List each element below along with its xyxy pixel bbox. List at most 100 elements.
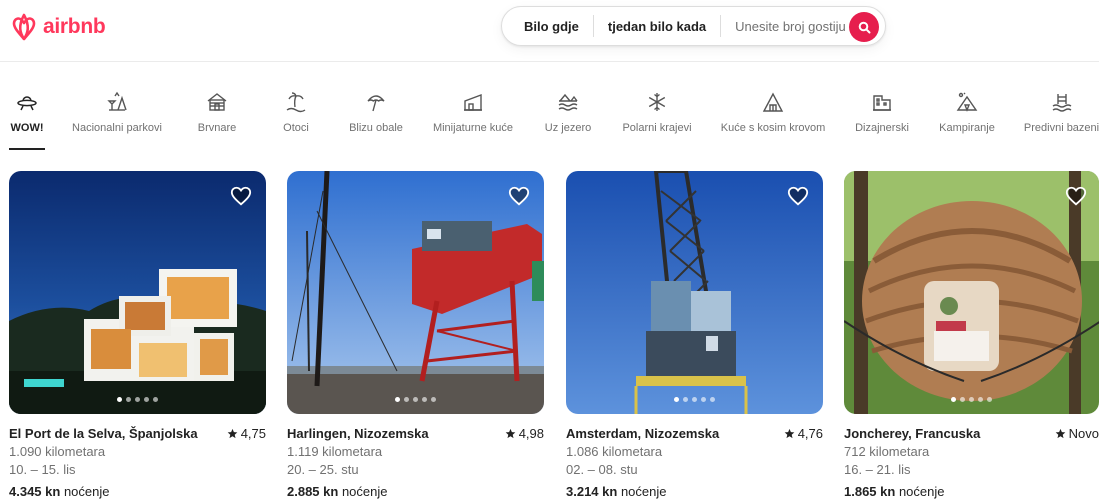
rating-value: 4,75 — [240, 426, 266, 441]
listing-price: 4.345 kn noćenje — [9, 484, 266, 499]
listing-photo[interactable] — [9, 171, 266, 414]
pagination-dot[interactable] — [135, 397, 140, 402]
pagination-dot[interactable] — [422, 397, 427, 402]
listing-price: 2.885 kn noćenje — [287, 484, 544, 499]
wishlist-heart-icon[interactable] — [787, 185, 809, 212]
wishlist-heart-icon[interactable] — [508, 185, 530, 212]
pagination-dot[interactable] — [710, 397, 715, 402]
listing-photo-treehouse-pod — [844, 171, 1099, 414]
star-icon — [227, 428, 237, 439]
search-divider — [720, 15, 722, 37]
listing-info: Joncherey, Francuska Novo 712 kilometara… — [844, 426, 1099, 499]
listing-rating: 4,76 — [784, 426, 823, 441]
pagination-dot[interactable] — [117, 397, 122, 402]
listing-distance: 712 kilometara — [844, 444, 930, 459]
pagination-dot[interactable] — [144, 397, 149, 402]
listing-distance: 1.119 kilometara — [287, 444, 383, 459]
photo-pagination-dots — [287, 397, 544, 402]
search-button[interactable] — [849, 12, 879, 42]
listing-info: El Port de la Selva, Španjolska 4,75 1.0… — [9, 426, 266, 499]
listing-card[interactable]: Joncherey, Francuska Novo 712 kilometara… — [844, 171, 1099, 499]
pagination-dot[interactable] — [987, 397, 992, 402]
category-tiny-houses[interactable]: Minijaturne kuće — [431, 90, 515, 150]
pagination-dot[interactable] — [674, 397, 679, 402]
listing-info: Harlingen, Nizozemska 4,98 1.119 kilomet… — [287, 426, 544, 499]
category-wow[interactable]: WOW! — [9, 90, 45, 150]
pagination-dot[interactable] — [395, 397, 400, 402]
pagination-dot[interactable] — [701, 397, 706, 402]
photo-pagination-dots — [9, 397, 266, 402]
listing-card[interactable]: El Port de la Selva, Španjolska 4,75 1.0… — [9, 171, 266, 499]
top-header: airbnb Bilo gdje tjedan bilo kada Unesit… — [0, 0, 1099, 62]
category-lakeside[interactable]: Uz jezero — [543, 90, 593, 150]
star-icon — [505, 428, 515, 439]
listing-title: Amsterdam, Nizozemska — [566, 426, 720, 441]
search-divider — [592, 15, 594, 37]
lake-icon — [556, 90, 580, 114]
category-arctic[interactable]: Polarni krajevi — [620, 90, 694, 150]
rating-value: 4,76 — [797, 426, 823, 441]
pagination-dot[interactable] — [969, 397, 974, 402]
star-icon — [1055, 428, 1065, 439]
search-guests[interactable]: Unesite broj gostiju — [735, 19, 846, 34]
airbnb-logo[interactable]: airbnb — [10, 12, 106, 42]
category-a-frames[interactable]: Kuće s kosim krovom — [719, 90, 827, 150]
category-camping[interactable]: Kampiranje — [937, 90, 997, 150]
listing-price: 3.214 kn noćenje — [566, 484, 823, 499]
search-bar[interactable]: Bilo gdje tjedan bilo kada Unesite broj … — [501, 6, 886, 46]
listing-photo[interactable] — [844, 171, 1099, 414]
category-islands[interactable]: Otoci — [280, 90, 312, 150]
listing-photo-harbour-crane — [287, 171, 544, 414]
price-suffix: noćenje — [341, 484, 388, 499]
category-label: Minijaturne kuće — [432, 122, 514, 134]
pagination-dot[interactable] — [431, 397, 436, 402]
pagination-dot[interactable] — [683, 397, 688, 402]
airbnb-logo-icon — [12, 13, 36, 41]
category-near-coast[interactable]: Blizu obale — [348, 90, 404, 150]
category-label: Dizajnerski — [855, 122, 909, 134]
wishlist-heart-icon[interactable] — [230, 185, 252, 212]
listing-dates: 20. – 25. stu — [287, 462, 359, 477]
listing-photo[interactable] — [287, 171, 544, 414]
category-label: Uz jezero — [544, 122, 592, 134]
pagination-dot[interactable] — [404, 397, 409, 402]
listing-rating: 4,98 — [505, 426, 544, 441]
category-label: Polarni krajevi — [622, 122, 692, 134]
price-amount: 2.885 kn — [287, 484, 339, 499]
star-icon — [784, 428, 794, 439]
listing-distance: 1.086 kilometara — [566, 444, 663, 459]
listing-photo-modern-house — [9, 171, 266, 414]
pagination-dot[interactable] — [960, 397, 965, 402]
listing-dates: 10. – 15. lis — [9, 462, 76, 477]
listing-photo[interactable] — [566, 171, 823, 414]
search-dates[interactable]: tjedan bilo kada — [608, 19, 706, 34]
pagination-dot[interactable] — [951, 397, 956, 402]
category-cabins[interactable]: Brvnare — [196, 90, 238, 150]
listing-title: El Port de la Selva, Španjolska — [9, 426, 198, 441]
photo-pagination-dots — [566, 397, 823, 402]
rating-value: Novo — [1068, 426, 1099, 441]
a-frame-icon — [761, 90, 785, 114]
search-location[interactable]: Bilo gdje — [524, 19, 579, 34]
pagination-dot[interactable] — [153, 397, 158, 402]
cabin-icon — [205, 90, 229, 114]
listing-distance: 1.090 kilometara — [9, 444, 106, 459]
listing-card[interactable]: Harlingen, Nizozemska 4,98 1.119 kilomet… — [287, 171, 544, 499]
listing-dates: 16. – 21. lis — [844, 462, 911, 477]
pagination-dot[interactable] — [126, 397, 131, 402]
pagination-dot[interactable] — [978, 397, 983, 402]
national-park-icon — [105, 90, 129, 114]
category-national-parks[interactable]: Nacionalni parkovi — [70, 90, 164, 150]
design-building-icon — [870, 90, 894, 114]
category-label: Otoci — [283, 122, 309, 134]
category-label: Blizu obale — [349, 122, 403, 134]
category-design[interactable]: Dizajnerski — [853, 90, 911, 150]
pagination-dot[interactable] — [413, 397, 418, 402]
listing-card[interactable]: Amsterdam, Nizozemska 4,76 1.086 kilomet… — [566, 171, 823, 499]
category-pools[interactable]: Predivni bazeni — [1024, 90, 1099, 150]
category-label: Kampiranje — [939, 122, 995, 134]
logo-text: airbnb — [43, 15, 106, 38]
wishlist-heart-icon[interactable] — [1065, 185, 1087, 212]
active-category-underline — [9, 148, 45, 150]
pagination-dot[interactable] — [692, 397, 697, 402]
